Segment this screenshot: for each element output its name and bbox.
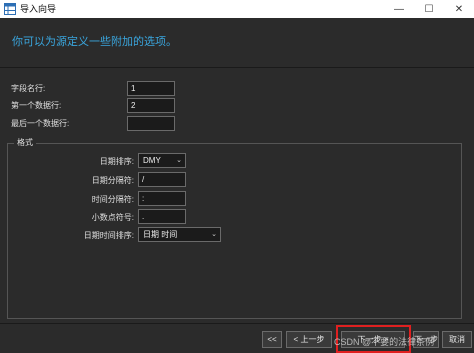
wizard-header: 你可以为源定义一些附加的选项。 bbox=[0, 18, 474, 68]
field-name-row-input[interactable]: 1 bbox=[127, 81, 175, 96]
title-bar: 导入向导 — ☐ ✕ bbox=[0, 0, 474, 18]
first-step-button[interactable]: << bbox=[262, 331, 282, 348]
time-separator-input[interactable]: : bbox=[138, 191, 186, 206]
date-separator-label: 日期分隔符: bbox=[91, 176, 134, 185]
last-data-row-input[interactable] bbox=[127, 116, 175, 131]
date-order-value: DMY bbox=[143, 156, 161, 165]
date-order-select[interactable]: DMY ⌄ bbox=[138, 153, 186, 168]
first-data-row-input[interactable]: 2 bbox=[127, 98, 175, 113]
window-title: 导入向导 bbox=[20, 4, 57, 14]
chevron-down-icon: ⌄ bbox=[211, 231, 217, 238]
decimal-symbol-input[interactable]: . bbox=[138, 209, 186, 224]
last-data-row-label: 最后一个数据行: bbox=[11, 119, 70, 128]
import-wizard-window: 导入向导 — ☐ ✕ 你可以为源定义一些附加的选项。 字段名行: 1 第一个数据… bbox=[0, 0, 474, 353]
datetime-order-value: 日期 时间 bbox=[143, 230, 178, 239]
datetime-order-label: 日期时间排序: bbox=[83, 231, 134, 240]
first-data-row-label: 第一个数据行: bbox=[11, 101, 62, 110]
maximize-button[interactable]: ☐ bbox=[414, 0, 444, 18]
minimize-button[interactable]: — bbox=[384, 0, 414, 18]
cancel-button[interactable]: 取消 bbox=[442, 331, 472, 348]
watermark-text: CSDN @不要的法律条例 bbox=[334, 337, 435, 347]
previous-button[interactable]: < 上一步 bbox=[286, 331, 332, 348]
decimal-symbol-label: 小数点符号: bbox=[91, 213, 134, 222]
datetime-order-select[interactable]: 日期 时间 ⌄ bbox=[138, 227, 221, 242]
field-name-row-label: 字段名行: bbox=[11, 84, 46, 93]
format-group-label: 格式 bbox=[14, 138, 36, 148]
header-divider bbox=[0, 67, 474, 68]
chevron-down-icon: ⌄ bbox=[176, 157, 182, 164]
date-separator-input[interactable]: / bbox=[138, 172, 186, 187]
close-button[interactable]: ✕ bbox=[444, 0, 474, 18]
time-separator-label: 时间分隔符: bbox=[91, 195, 134, 204]
date-order-label: 日期排序: bbox=[99, 157, 134, 166]
wizard-subtitle: 你可以为源定义一些附加的选项。 bbox=[12, 36, 177, 48]
table-import-icon bbox=[4, 3, 16, 15]
